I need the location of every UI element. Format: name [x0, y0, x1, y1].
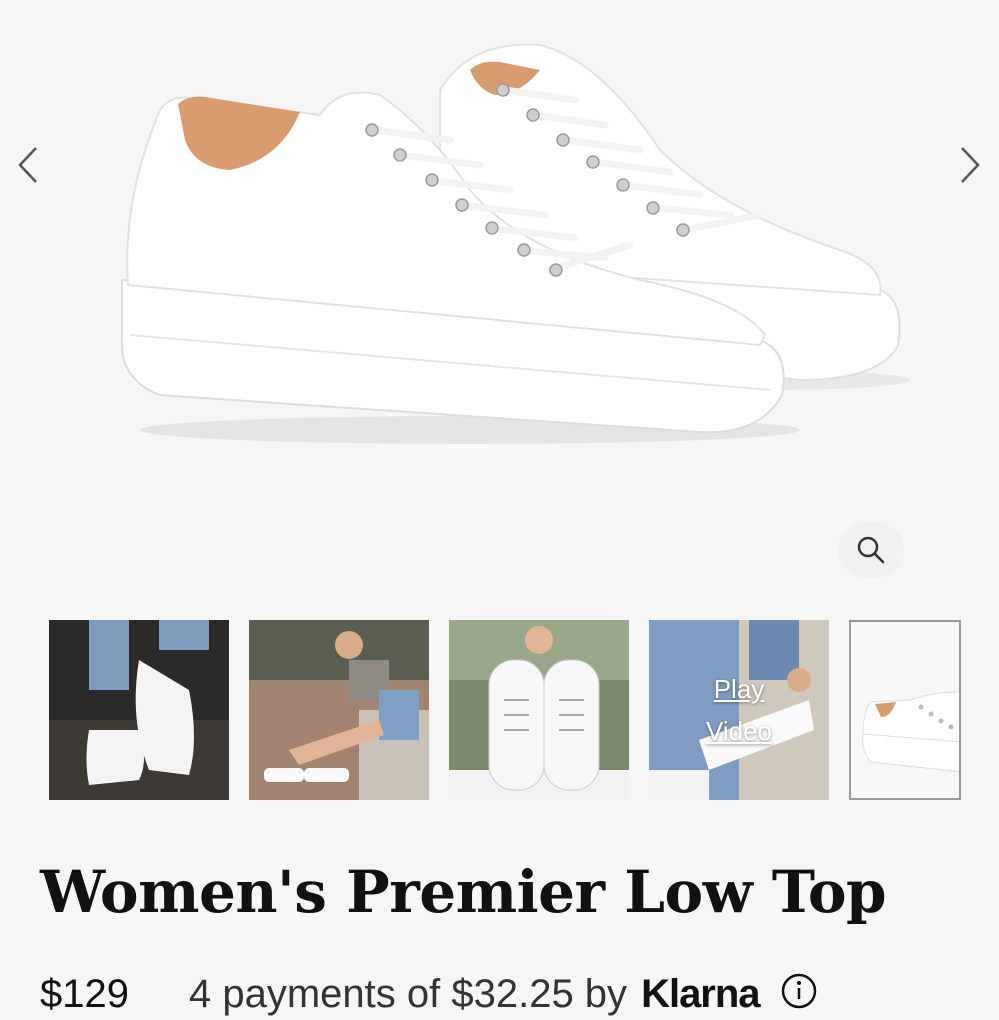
zoom-button[interactable]: [838, 522, 904, 578]
next-image-button[interactable]: [952, 140, 988, 190]
price-row: $129 4 payments of $32.25 by Klarna: [40, 972, 970, 1016]
thumbnail-2-image: [249, 620, 429, 800]
white-sneakers-image: [120, 43, 910, 444]
magnifier-icon: [857, 536, 885, 564]
chevron-right-icon: [961, 147, 980, 183]
installments-text: 4 payments of $32.25 by: [188, 972, 628, 1016]
chevron-left-icon: [18, 147, 37, 183]
product-hero-image[interactable]: [0, 0, 999, 600]
thumbnail-5[interactable]: [849, 620, 961, 800]
thumbnail-4-video[interactable]: Play Video: [649, 620, 829, 800]
info-icon[interactable]: [780, 972, 818, 1020]
thumbnail-2[interactable]: [249, 620, 429, 800]
thumbnail-strip: Play Video: [0, 620, 999, 800]
previous-image-button[interactable]: [10, 140, 46, 190]
thumbnail-1[interactable]: [49, 620, 229, 800]
klarna-logo[interactable]: Klarna: [641, 972, 760, 1017]
thumbnail-3-image: [449, 620, 629, 800]
play-video-label[interactable]: Play Video: [649, 668, 829, 752]
product-title: Women's Premier Low Top: [40, 858, 887, 926]
thumbnail-3[interactable]: [449, 620, 629, 800]
product-price: $129: [40, 972, 129, 1016]
thumbnail-5-image: [851, 622, 959, 798]
thumbnail-1-image: [49, 620, 229, 800]
